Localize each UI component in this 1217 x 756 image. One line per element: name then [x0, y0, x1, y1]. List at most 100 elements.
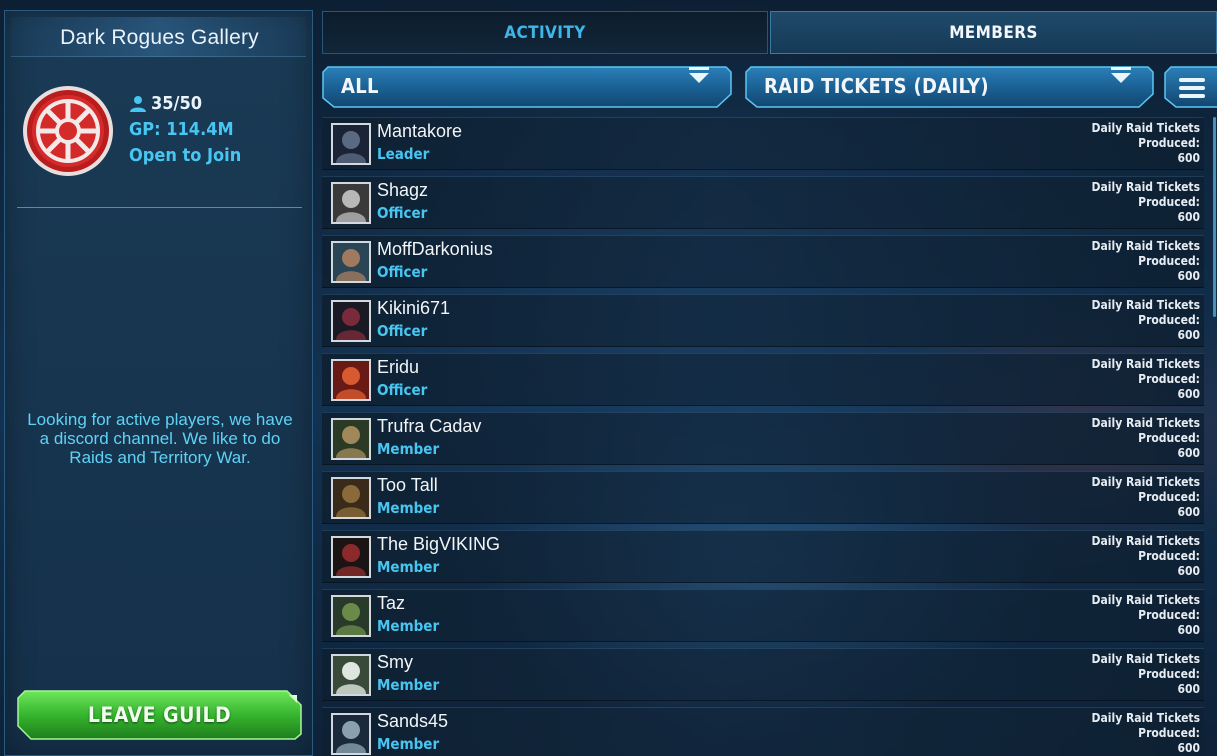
- ticket-label-line2: Produced:: [1138, 667, 1200, 681]
- member-name: Smy: [377, 652, 413, 672]
- role-filter-value: ALL: [341, 74, 379, 98]
- role-filter-dropdown[interactable]: ALL: [322, 66, 732, 109]
- avatar: [331, 477, 371, 519]
- avatar: [331, 418, 371, 460]
- stat-filter-dropdown[interactable]: RAID TICKETS (DAILY): [745, 66, 1154, 109]
- avatar: [331, 300, 371, 342]
- member-row[interactable]: Trufra Cadav Member Daily Raid Tickets Prod…: [322, 412, 1204, 465]
- raid-tickets-info: Daily Raid Tickets Produced: 600: [1070, 534, 1200, 579]
- guild-info-panel: Dark Rogues Gallery 35/50 GP: 114.4M Ope…: [4, 10, 313, 756]
- ticket-label-line1: Daily Raid Tickets: [1091, 534, 1200, 548]
- list-menu-icon[interactable]: [1164, 66, 1217, 109]
- ticket-label-line2: Produced:: [1138, 431, 1200, 445]
- ticket-label-line1: Daily Raid Tickets: [1091, 298, 1200, 312]
- member-role: Member: [377, 440, 440, 458]
- avatar: [331, 241, 371, 283]
- ticket-label-line1: Daily Raid Tickets: [1091, 711, 1200, 725]
- ticket-label-line1: Daily Raid Tickets: [1091, 180, 1200, 194]
- avatar: [331, 595, 371, 637]
- ticket-label-line2: Produced:: [1138, 726, 1200, 740]
- member-name: The BigVIKING: [377, 534, 501, 554]
- avatar: [331, 536, 371, 578]
- avatar: [331, 654, 371, 696]
- ticket-label-line2: Produced:: [1138, 254, 1200, 268]
- member-role: Officer: [377, 381, 428, 399]
- member-name: Taz: [377, 593, 406, 613]
- ticket-value: 600: [1177, 269, 1200, 283]
- ticket-value: 600: [1177, 564, 1200, 578]
- raid-tickets-info: Daily Raid Tickets Produced: 600: [1070, 593, 1200, 638]
- ticket-value: 600: [1177, 210, 1200, 224]
- ticket-value: 600: [1177, 446, 1200, 460]
- avatar: [331, 713, 371, 755]
- raid-tickets-info: Daily Raid Tickets Produced: 600: [1070, 180, 1200, 225]
- member-name: Eridu: [377, 357, 420, 377]
- member-row[interactable]: MoffDarkonius Officer Daily Raid Tickets Pr…: [322, 235, 1204, 288]
- member-name: Sands45: [377, 711, 449, 731]
- member-count-value: 35/50: [151, 93, 202, 114]
- ticket-value: 600: [1177, 623, 1200, 637]
- ticket-label-line2: Produced:: [1138, 490, 1200, 504]
- member-name: Shagz: [377, 180, 429, 200]
- member-role: Leader: [377, 145, 430, 163]
- ticket-label-line1: Daily Raid Tickets: [1091, 652, 1200, 666]
- raid-tickets-info: Daily Raid Tickets Produced: 600: [1070, 652, 1200, 697]
- ticket-label-line1: Daily Raid Tickets: [1091, 121, 1200, 135]
- raid-tickets-info: Daily Raid Tickets Produced: 600: [1070, 239, 1200, 284]
- member-role: Officer: [377, 263, 428, 281]
- member-role: Member: [377, 499, 440, 517]
- ticket-label-line1: Daily Raid Tickets: [1091, 239, 1200, 253]
- ticket-label-line1: Daily Raid Tickets: [1091, 475, 1200, 489]
- member-row[interactable]: The BigVIKING Member Daily Raid Tickets Pro…: [322, 530, 1204, 583]
- raid-tickets-info: Daily Raid Tickets Produced: 600: [1070, 416, 1200, 461]
- raid-tickets-info: Daily Raid Tickets Produced: 600: [1070, 357, 1200, 402]
- ticket-value: 600: [1177, 151, 1200, 165]
- avatar: [331, 123, 371, 165]
- member-row[interactable]: Eridu Officer Daily Raid Tickets Produced: 6…: [322, 353, 1204, 406]
- tab-members[interactable]: MEMBERS: [770, 11, 1217, 54]
- dropdown-arrow-icon: [689, 67, 709, 83]
- member-name: Too Tall: [377, 475, 438, 495]
- leave-guild-button[interactable]: LEAVE GUILD: [17, 690, 302, 740]
- raid-tickets-info: Daily Raid Tickets Produced: 600: [1070, 475, 1200, 520]
- member-role: Member: [377, 676, 440, 694]
- member-name: Trufra Cadav: [377, 416, 482, 436]
- member-count: 35/50: [129, 91, 241, 117]
- ticket-label-line2: Produced:: [1138, 195, 1200, 209]
- member-name: Mantakore: [377, 121, 463, 141]
- member-row[interactable]: Kikini671 Officer Daily Raid Tickets Produc…: [322, 294, 1204, 347]
- member-name: MoffDarkonius: [377, 239, 493, 259]
- avatar: [331, 182, 371, 224]
- ticket-label-line1: Daily Raid Tickets: [1091, 593, 1200, 607]
- member-row[interactable]: Taz Member Daily Raid Tickets Produced: 600: [322, 589, 1204, 642]
- join-status: Open to Join: [129, 145, 242, 166]
- ticket-label-line2: Produced:: [1138, 608, 1200, 622]
- ticket-label-line2: Produced:: [1138, 549, 1200, 563]
- member-row[interactable]: Smy Member Daily Raid Tickets Produced: 600: [322, 648, 1204, 701]
- ticket-value: 600: [1177, 682, 1200, 696]
- guild-screen: Dark Rogues Gallery 35/50 GP: 114.4M Ope…: [0, 0, 1217, 756]
- member-row[interactable]: Sands45 Member Daily Raid Tickets Produced:…: [322, 707, 1204, 756]
- member-name: Kikini671: [377, 298, 451, 318]
- member-row[interactable]: Shagz Officer Daily Raid Tickets Produced: 6…: [322, 176, 1204, 229]
- member-list: Mantakore Leader Daily Raid Tickets Produce…: [322, 117, 1212, 756]
- member-role: Member: [377, 617, 440, 635]
- ticket-value: 600: [1177, 328, 1200, 342]
- member-role: Officer: [377, 322, 428, 340]
- member-row[interactable]: Too Tall Member Daily Raid Tickets Produced…: [322, 471, 1204, 524]
- scrollbar-thumb[interactable]: [1213, 117, 1216, 317]
- divider: [17, 207, 302, 208]
- guild-description: Looking for active players, we have a di…: [27, 410, 293, 467]
- guild-name: Dark Rogues Gallery: [60, 26, 259, 49]
- ticket-label-line1: Daily Raid Tickets: [1091, 416, 1200, 430]
- ticket-label-line2: Produced:: [1138, 136, 1200, 150]
- tab-activity[interactable]: ACTIVITY: [322, 11, 768, 54]
- raid-tickets-info: Daily Raid Tickets Produced: 600: [1070, 121, 1200, 166]
- ticket-value: 600: [1177, 387, 1200, 401]
- member-row[interactable]: Mantakore Leader Daily Raid Tickets Produce…: [322, 117, 1204, 170]
- ticket-label-line1: Daily Raid Tickets: [1091, 357, 1200, 371]
- ticket-value: 600: [1177, 505, 1200, 519]
- member-role: Member: [377, 735, 440, 753]
- leave-guild-label: LEAVE GUILD: [87, 703, 232, 727]
- imperial-crest-icon: [22, 85, 114, 177]
